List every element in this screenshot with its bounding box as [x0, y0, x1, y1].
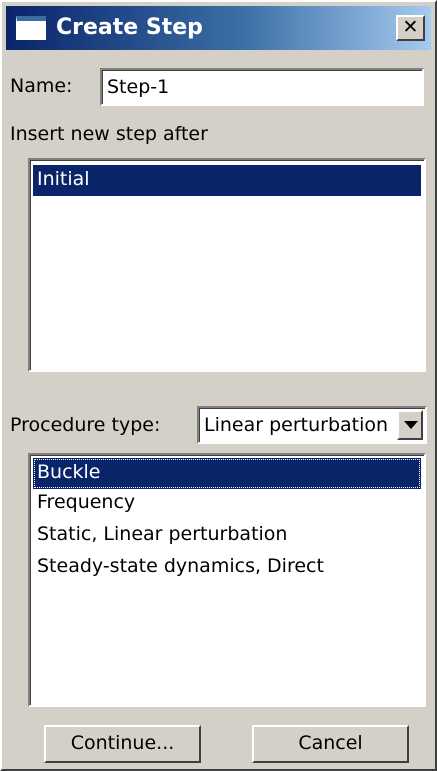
window-icon [16, 16, 46, 40]
insert-after-label: Insert new step after [10, 123, 208, 145]
procedure-item-buckle[interactable]: Buckle [33, 458, 421, 489]
procedure-type-select[interactable]: Linear perturbation [197, 406, 427, 444]
title-bar[interactable]: Create Step ✕ [6, 6, 431, 50]
step-list[interactable]: Initial [28, 158, 426, 372]
procedure-type-label: Procedure type: [10, 414, 161, 436]
continue-button[interactable]: Continue... [44, 725, 201, 763]
close-icon: ✕ [402, 16, 419, 38]
name-input[interactable] [107, 75, 407, 99]
procedure-list[interactable]: Buckle Frequency Static, Linear perturba… [28, 453, 426, 707]
close-button[interactable]: ✕ [396, 15, 425, 41]
dialog-title: Create Step [56, 15, 203, 40]
cancel-button[interactable]: Cancel [252, 725, 409, 763]
create-step-dialog: Create Step ✕ Name: Insert new step afte… [0, 0, 437, 771]
name-label: Name: [10, 75, 73, 97]
procedure-item-steady-state-dynamics-direct[interactable]: Steady-state dynamics, Direct [33, 552, 421, 583]
step-list-item-initial[interactable]: Initial [33, 165, 421, 196]
chevron-down-icon[interactable] [397, 410, 423, 440]
procedure-item-frequency[interactable]: Frequency [33, 488, 421, 519]
procedure-type-value: Linear perturbation [204, 414, 389, 436]
name-field[interactable] [100, 68, 424, 106]
procedure-item-static-linear-perturbation[interactable]: Static, Linear perturbation [33, 520, 421, 551]
